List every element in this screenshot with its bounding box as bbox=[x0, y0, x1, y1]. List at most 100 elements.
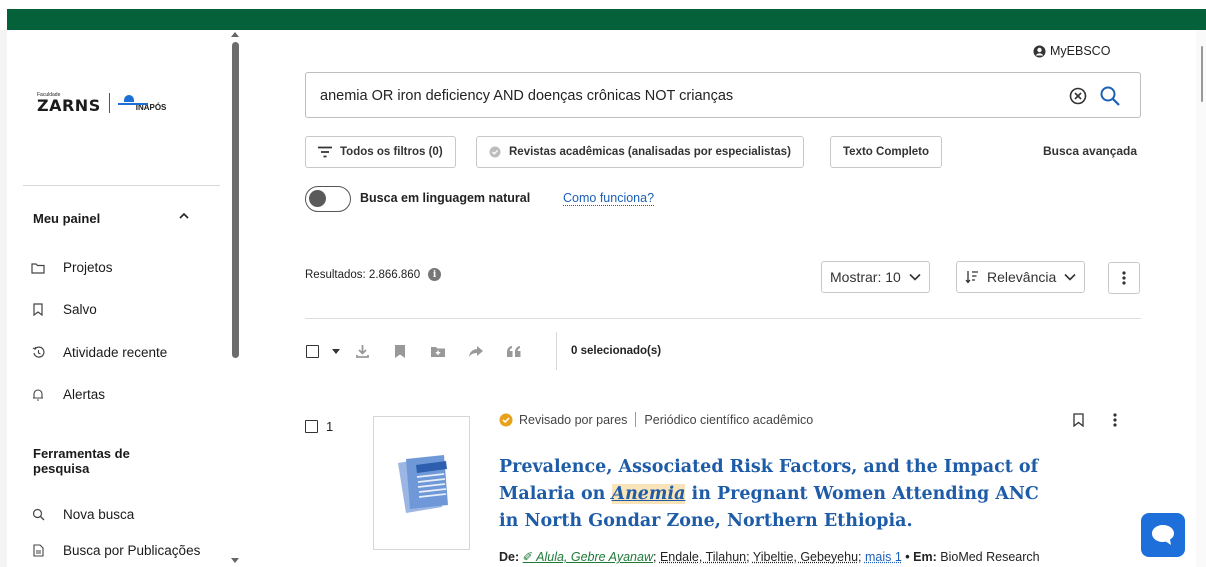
sidebar-item-publications[interactable]: Busca por Publicações bbox=[31, 543, 200, 558]
more-authors-link[interactable]: mais 1 bbox=[865, 550, 902, 564]
top-banner bbox=[0, 0, 1206, 30]
search-icon bbox=[31, 508, 45, 522]
sidebar-scrollbar[interactable] bbox=[228, 30, 242, 567]
result-index: 1 bbox=[326, 419, 334, 434]
toggle-knob bbox=[309, 190, 326, 207]
share-icon[interactable] bbox=[465, 338, 487, 364]
kebab-menu-icon bbox=[1122, 271, 1126, 285]
page-scrollbar-thumb[interactable] bbox=[1201, 46, 1203, 102]
sidebar-item-label: Alertas bbox=[63, 387, 106, 402]
full-text-label: Texto Completo bbox=[843, 146, 930, 158]
academic-journals-filter-button[interactable]: Revistas acadêmicas (analisadas por espe… bbox=[476, 136, 804, 168]
results-divider bbox=[305, 318, 1141, 319]
myebsco-label: MyEBSCO bbox=[1050, 44, 1111, 58]
scroll-up-arrow-icon[interactable] bbox=[231, 32, 239, 37]
chat-button[interactable] bbox=[1141, 513, 1185, 557]
info-icon[interactable]: i bbox=[428, 268, 442, 281]
sidebar-item-new-search[interactable]: Nova busca bbox=[31, 507, 134, 522]
window-edge bbox=[0, 30, 7, 567]
title-highlight: Anemia bbox=[611, 484, 686, 504]
advanced-search-link[interactable]: Busca avançada bbox=[1043, 144, 1137, 158]
save-bookmark-icon[interactable] bbox=[1073, 413, 1084, 427]
more-options-button[interactable] bbox=[1108, 262, 1140, 294]
bookmark-icon bbox=[31, 303, 45, 317]
myebsco-link[interactable]: MyEBSCO bbox=[1033, 44, 1110, 58]
bulk-actions-toolbar bbox=[305, 338, 525, 364]
add-to-folder-icon[interactable] bbox=[427, 338, 449, 364]
user-icon bbox=[1033, 45, 1046, 57]
full-text-filter-button[interactable]: Texto Completo bbox=[830, 136, 943, 168]
chevron-up-icon[interactable] bbox=[179, 211, 189, 221]
logo-name-zarns: ZARNS bbox=[37, 96, 101, 115]
peer-reviewed-badge-icon bbox=[499, 413, 513, 426]
cite-icon[interactable] bbox=[503, 338, 525, 364]
brand-bar bbox=[7, 9, 1206, 30]
sidebar-section-my-dashboard[interactable]: Meu painel bbox=[33, 211, 100, 226]
natural-language-label: Busca em linguagem natural bbox=[360, 191, 531, 205]
zarns-logo: Faculdade ZARNS bbox=[37, 92, 101, 114]
sidebar-section-research-tools: Ferramentas de pesquisa bbox=[33, 446, 130, 476]
result-meta: Revisado por pares Periódico científico … bbox=[499, 412, 813, 427]
sidebar-item-recent-activity[interactable]: Atividade recente bbox=[31, 345, 167, 360]
main-content: MyEBSCO Todos os filtros (0) Revistas ac… bbox=[245, 30, 1206, 567]
all-filters-button[interactable]: Todos os filtros (0) bbox=[305, 136, 456, 168]
chevron-down-icon bbox=[1064, 273, 1076, 281]
institution-logo[interactable]: Faculdade ZARNS INAPÓS bbox=[37, 92, 166, 114]
sidebar-item-label: Atividade recente bbox=[63, 345, 168, 360]
result-checkbox[interactable] bbox=[305, 420, 318, 433]
authors-prefix: De: bbox=[499, 550, 520, 564]
bookmark-icon[interactable] bbox=[389, 338, 411, 364]
meta-separator bbox=[635, 412, 637, 427]
scroll-down-arrow-icon[interactable] bbox=[231, 558, 239, 563]
clear-search-icon[interactable] bbox=[1069, 87, 1087, 105]
author-link[interactable]: ✐ Alula, Gebre Ayanaw bbox=[523, 550, 653, 564]
author-name: Alula, Gebre Ayanaw bbox=[536, 550, 653, 564]
sort-select[interactable]: Relevância bbox=[956, 261, 1086, 293]
sidebar-item-alerts[interactable]: Alertas bbox=[31, 387, 105, 402]
filter-icon bbox=[318, 146, 332, 158]
natural-language-toggle[interactable] bbox=[305, 186, 351, 212]
sidebar-item-projects[interactable]: Projetos bbox=[31, 260, 113, 275]
peer-reviewed-label: Revisado por pares bbox=[519, 412, 628, 427]
article-document-icon bbox=[398, 455, 448, 513]
result-thumbnail[interactable] bbox=[373, 416, 470, 550]
sidebar-item-label: Projetos bbox=[63, 260, 113, 275]
sort-label: Relevância bbox=[987, 269, 1057, 285]
source-prefix: • Em: bbox=[905, 550, 937, 564]
sidebar-item-saved[interactable]: Salvo bbox=[31, 302, 97, 317]
how-it-works-link[interactable]: Como funciona? bbox=[563, 191, 655, 206]
search-submit-icon[interactable] bbox=[1099, 85, 1121, 107]
download-icon[interactable] bbox=[351, 338, 373, 364]
sort-icon bbox=[965, 271, 978, 284]
selected-count: 0 selecionado(s) bbox=[571, 345, 662, 357]
page-size-select[interactable]: Mostrar: 10 bbox=[821, 261, 930, 293]
toolbar-divider bbox=[556, 332, 557, 370]
academic-journals-label: Revistas acadêmicas (analisadas por espe… bbox=[509, 146, 791, 158]
chevron-down-icon bbox=[909, 273, 921, 281]
chat-bubble-icon bbox=[1152, 525, 1174, 545]
all-filters-label: Todos os filtros (0) bbox=[340, 146, 443, 158]
result-title-link[interactable]: Prevalence, Associated Risk Factors, and… bbox=[499, 454, 1059, 535]
sidebar-divider bbox=[23, 185, 220, 186]
inapos-logo: INAPÓS bbox=[117, 94, 166, 112]
author-link[interactable]: Yibeltie, Gebeyehu bbox=[753, 550, 858, 564]
results-count: Resultados: 2.866.860 i bbox=[305, 268, 442, 281]
search-input[interactable] bbox=[320, 85, 1060, 107]
select-menu-caret-icon[interactable] bbox=[325, 338, 347, 364]
result-kebab-menu-icon[interactable] bbox=[1113, 412, 1117, 428]
page-scrollbar[interactable] bbox=[1196, 30, 1206, 567]
sidebar-item-label: Salvo bbox=[63, 302, 97, 317]
inapos-mark-icon bbox=[117, 94, 148, 105]
result-select[interactable]: 1 bbox=[305, 419, 333, 434]
document-icon bbox=[31, 544, 45, 558]
sidebar-item-label: Nova busca bbox=[63, 507, 135, 522]
author-link[interactable]: Endale, Tilahun bbox=[660, 550, 746, 564]
source-name[interactable]: BioMed Research bbox=[940, 550, 1039, 564]
results-count-label: Resultados: 2.866.860 bbox=[305, 268, 421, 281]
scrollbar-thumb[interactable] bbox=[232, 42, 239, 358]
publication-type-label: Periódico científico acadêmico bbox=[644, 412, 814, 427]
check-badge-icon bbox=[489, 146, 501, 158]
bell-icon bbox=[31, 388, 45, 402]
search-bar bbox=[305, 72, 1141, 118]
select-all-checkbox[interactable] bbox=[305, 338, 319, 364]
